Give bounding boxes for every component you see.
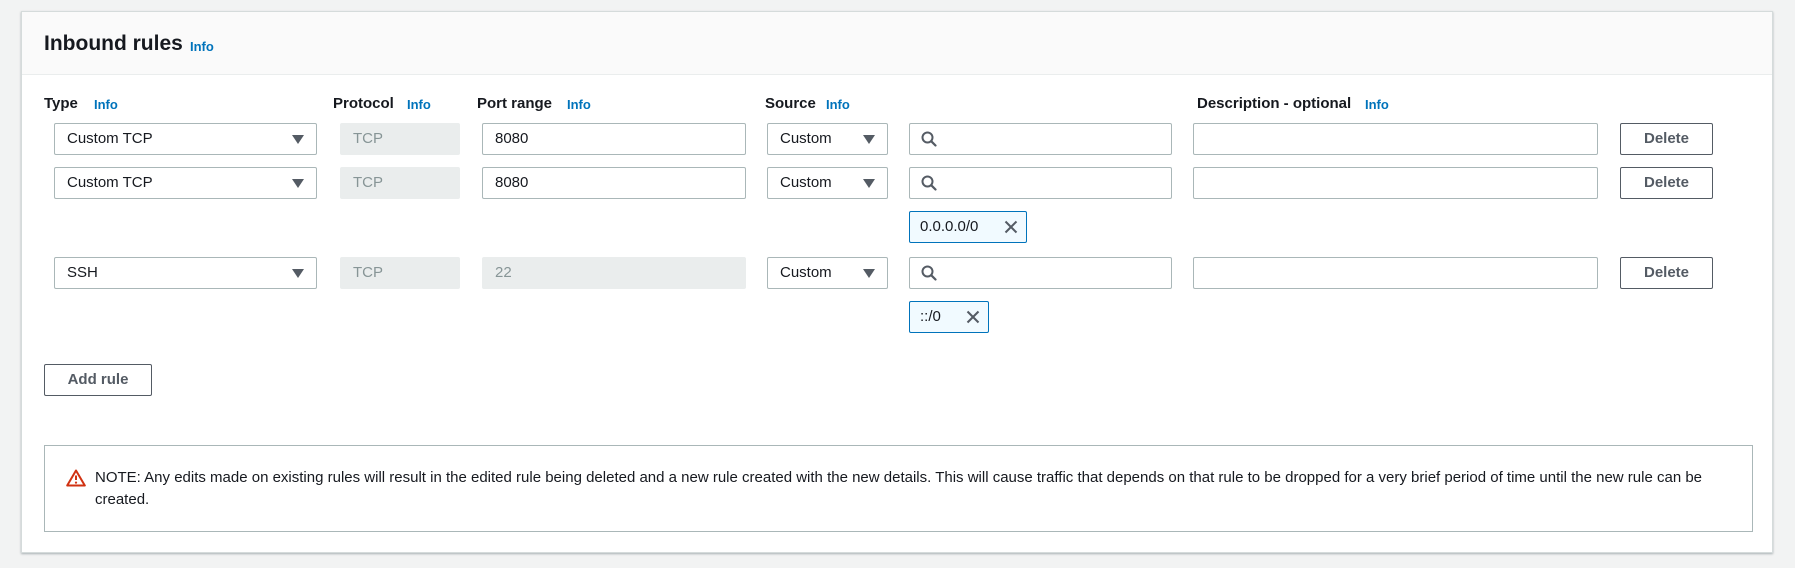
caret-down-icon (863, 269, 875, 278)
source-select[interactable]: Custom (767, 257, 888, 289)
delete-button[interactable]: Delete (1620, 123, 1713, 155)
protocol-info-link[interactable]: Info (407, 97, 431, 112)
source-select-value: Custom (780, 130, 832, 147)
warning-message: NOTE: Any edits made on existing rules w… (95, 469, 1703, 508)
column-label-type: Type (44, 95, 78, 112)
type-info-link[interactable]: Info (94, 97, 118, 112)
add-rule-button[interactable]: Add rule (44, 364, 152, 396)
type-select-value: SSH (67, 264, 98, 281)
type-select[interactable]: SSH (54, 257, 317, 289)
title-info-link[interactable]: Info (190, 39, 214, 54)
source-select[interactable]: Custom (767, 167, 888, 199)
port-range-info-link[interactable]: Info (567, 97, 591, 112)
cidr-token: 0.0.0.0/0 (909, 211, 1027, 243)
warning-triangle-icon (66, 469, 86, 487)
caret-down-icon (292, 135, 304, 144)
cidr-token-label: ::/0 (920, 308, 941, 325)
search-icon (921, 131, 937, 147)
type-select-value: Custom TCP (67, 174, 153, 191)
cidr-token: ::/0 (909, 301, 989, 333)
cidr-search-input[interactable] (909, 257, 1172, 289)
close-icon[interactable] (966, 310, 980, 324)
delete-button[interactable]: Delete (1620, 167, 1713, 199)
source-select-value: Custom (780, 174, 832, 191)
type-select[interactable]: Custom TCP (54, 167, 317, 199)
column-label-protocol: Protocol (333, 95, 394, 112)
cidr-search-input[interactable] (909, 167, 1172, 199)
caret-down-icon (863, 135, 875, 144)
description-input[interactable] (1193, 167, 1598, 199)
source-select-value: Custom (780, 264, 832, 281)
caret-down-icon (292, 179, 304, 188)
source-select[interactable]: Custom (767, 123, 888, 155)
warning-alert: NOTE: Any edits made on existing rules w… (44, 445, 1753, 532)
description-input[interactable] (1193, 123, 1598, 155)
protocol-field: TCP (340, 123, 460, 155)
protocol-field: TCP (340, 167, 460, 199)
type-select-value: Custom TCP (67, 130, 153, 147)
panel-title: Inbound rules (44, 32, 183, 55)
search-icon (921, 175, 937, 191)
caret-down-icon (863, 179, 875, 188)
description-info-link[interactable]: Info (1365, 97, 1389, 112)
cidr-search-input[interactable] (909, 123, 1172, 155)
column-label-port-range: Port range (477, 95, 553, 112)
inbound-rules-panel: Inbound rules Info Type Info Protocol In… (21, 11, 1773, 553)
port-range-field: 22 (482, 257, 746, 289)
delete-button[interactable]: Delete (1620, 257, 1713, 289)
port-range-input[interactable]: 8080 (482, 123, 746, 155)
source-info-link[interactable]: Info (826, 97, 850, 112)
column-label-description: Description - optional (1197, 95, 1352, 112)
close-icon[interactable] (1004, 220, 1018, 234)
protocol-field: TCP (340, 257, 460, 289)
type-select[interactable]: Custom TCP (54, 123, 317, 155)
search-icon (921, 265, 937, 281)
column-label-source: Source (765, 95, 816, 112)
caret-down-icon (292, 269, 304, 278)
port-range-input[interactable]: 8080 (482, 167, 746, 199)
description-input[interactable] (1193, 257, 1598, 289)
cidr-token-label: 0.0.0.0/0 (920, 218, 979, 235)
panel-header: Inbound rules Info (22, 12, 1772, 75)
